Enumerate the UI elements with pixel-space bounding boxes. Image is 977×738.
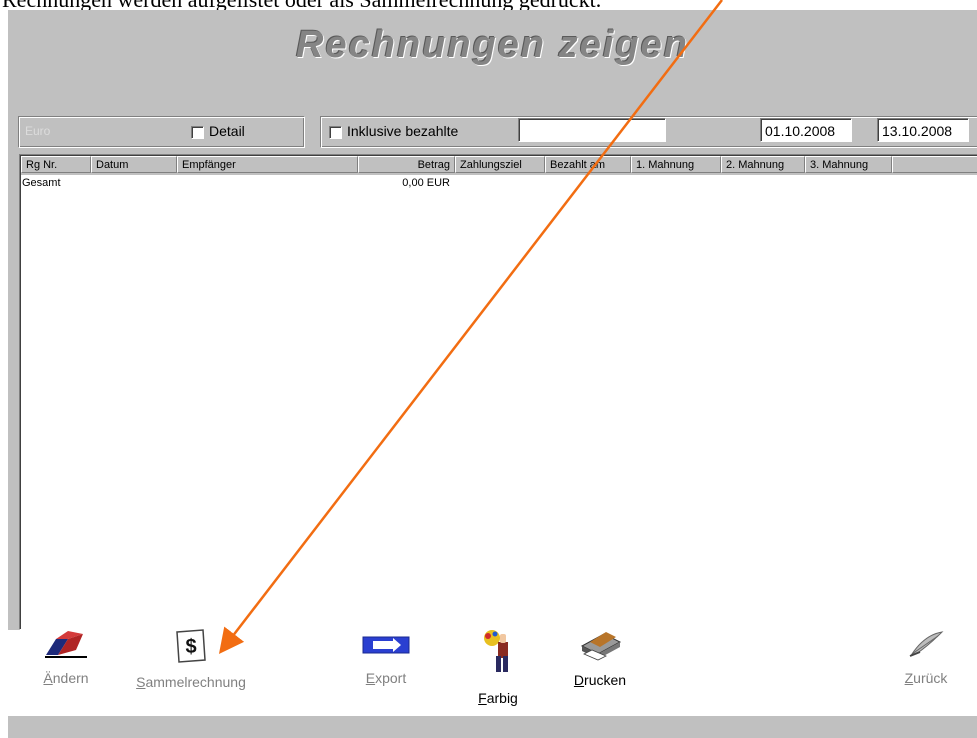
batch-invoice-label: Sammelrechnung (136, 674, 246, 690)
column-header-rg-nr[interactable]: Rg Nr. (21, 156, 91, 173)
quill-icon (909, 631, 944, 657)
column-header-betrag[interactable]: Betrag (358, 156, 455, 173)
status-strip (8, 716, 977, 738)
inclusive-paid-label: Inklusive bezahlte (347, 123, 459, 139)
painter-icon (484, 630, 508, 672)
detail-checkbox[interactable] (191, 126, 204, 139)
export-label: Export (365, 670, 407, 686)
table-header: Rg Nr. Datum Empfänger Betrag Zahlungszi… (21, 156, 977, 175)
inclusive-paid-checkbox[interactable] (329, 126, 342, 139)
export-button[interactable]: Export (352, 628, 420, 686)
print-button[interactable]: Drucken (564, 628, 636, 688)
column-header-mahnung-1[interactable]: 1. Mahnung (631, 156, 721, 173)
edit-button[interactable]: Ändern (34, 628, 98, 686)
column-header-datum[interactable]: Datum (91, 156, 177, 173)
print-label: Drucken (573, 672, 627, 688)
date-from-input[interactable]: 01.10.2008 (760, 118, 852, 142)
color-label-hotkey: F (478, 690, 487, 706)
batch-invoice-button[interactable]: $ Sammelrechnung (121, 628, 261, 690)
column-header-mahnung-2[interactable]: 2. Mahnung (721, 156, 805, 173)
back-button[interactable]: Zurück (890, 628, 962, 686)
column-header-empfaenger[interactable]: Empfänger (177, 156, 358, 173)
arrow-right-icon (362, 636, 410, 654)
dollar-bill-icon: $ (176, 629, 206, 663)
row-label: Gesamt (22, 177, 61, 189)
row-amount: 0,00 EUR (402, 177, 450, 189)
detail-label: Detail (209, 123, 245, 139)
back-label: Zurück (904, 670, 948, 686)
edit-button-label: Ändern (43, 670, 89, 686)
color-label: Farbig (478, 690, 518, 706)
svg-text:$: $ (185, 636, 196, 658)
eraser-icon (45, 631, 87, 658)
currency-field[interactable]: Euro (25, 124, 50, 138)
invoice-table[interactable]: Rg Nr. Datum Empfänger Betrag Zahlungszi… (19, 154, 977, 630)
print-label-hotkey: D (573, 672, 585, 688)
color-button[interactable]: Farbig (466, 628, 530, 706)
search-input[interactable] (518, 118, 666, 142)
printer-icon (580, 632, 622, 661)
currency-group: Euro Detail (18, 116, 305, 148)
column-header-mahnung-3[interactable]: 3. Mahnung (805, 156, 892, 173)
window-title: Rechnungen zeigen (296, 24, 689, 66)
date-to-input[interactable]: 13.10.2008 (877, 118, 969, 142)
column-header-zahlungsziel[interactable]: Zahlungsziel (455, 156, 545, 173)
column-header-empty (892, 156, 977, 173)
table-row[interactable]: Gesamt 0,00 EUR (22, 176, 977, 190)
column-header-bezahlt-am[interactable]: Bezahlt am (545, 156, 631, 173)
